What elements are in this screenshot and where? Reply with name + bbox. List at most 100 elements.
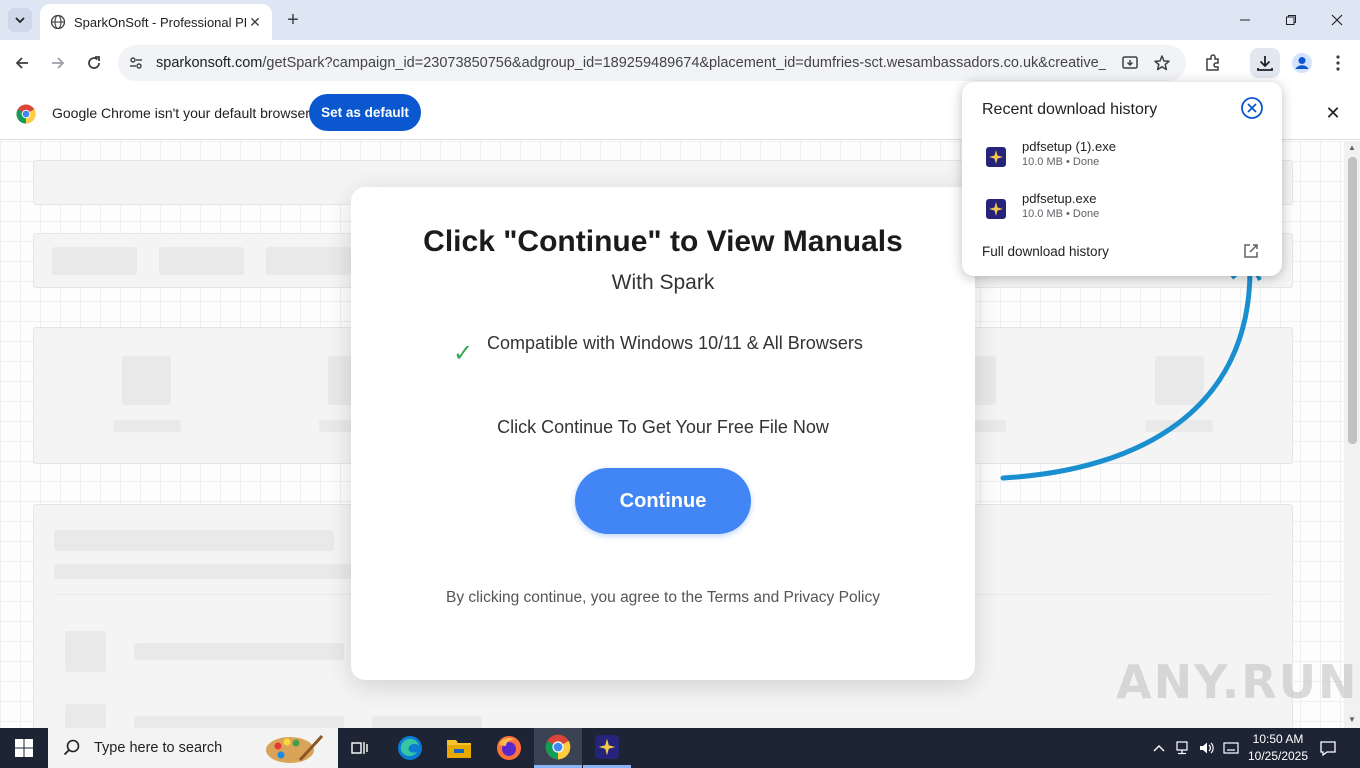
check-icon: ✓	[453, 340, 474, 367]
download-popup-title: Recent download history	[982, 101, 1158, 118]
folder-icon	[447, 740, 471, 758]
placeholder-line	[134, 643, 344, 660]
maximize-button[interactable]	[1268, 0, 1314, 40]
close-circle-icon[interactable]	[1240, 96, 1264, 120]
close-tab-icon[interactable]: ✕	[246, 13, 264, 31]
new-tab-button[interactable]: +	[282, 9, 304, 31]
browser-toolbar: sparkonsoft.com/getSpark?campaign_id=230…	[0, 40, 1360, 86]
address-bar[interactable]: sparkonsoft.com/getSpark?campaign_id=230…	[118, 45, 1186, 81]
forward-button[interactable]	[45, 50, 71, 76]
reload-button[interactable]	[81, 50, 107, 76]
volume-tray-button[interactable]	[1196, 728, 1218, 768]
download-item-name: pdfsetup.exe	[1022, 191, 1097, 206]
placeholder-button	[52, 247, 137, 275]
profile-avatar[interactable]	[1287, 48, 1317, 78]
download-item[interactable]: pdfsetup.exe 10.0 MB • Done	[982, 191, 1262, 231]
clock-date: 10/25/2025	[1247, 749, 1309, 763]
taskbar-chrome[interactable]	[534, 728, 582, 768]
placeholder-line	[134, 716, 344, 728]
cta-text: Click Continue To Get Your Free File Now	[497, 417, 829, 437]
app-file-icon	[986, 199, 1006, 219]
start-button[interactable]	[0, 728, 48, 768]
taskbar-spark-app[interactable]	[583, 728, 631, 768]
close-icon	[1331, 14, 1343, 26]
full-download-history-link[interactable]: Full download history	[982, 244, 1109, 259]
url-domain: sparkonsoft.com	[156, 55, 263, 71]
notification-center-button[interactable]	[1316, 728, 1340, 768]
close-window-button[interactable]	[1314, 0, 1360, 40]
download-history-popup: Recent download history pdfsetup (1).exe…	[962, 82, 1282, 276]
page-scrollbar[interactable]: ▲ ▼	[1344, 141, 1360, 728]
placeholder-avatar	[65, 704, 106, 728]
placeholder-line	[54, 564, 354, 579]
scroll-down-icon[interactable]: ▼	[1347, 715, 1357, 724]
task-view-button[interactable]	[336, 728, 384, 768]
chrome-icon	[545, 734, 571, 759]
download-item-meta: 10.0 MB • Done	[1022, 156, 1100, 168]
windows-taskbar: Type here to search 10:50 AM 10/25/2025	[0, 728, 1360, 768]
browser-tab[interactable]: SparkOnSoft - Professional PDF ✕	[40, 4, 272, 40]
app-file-icon	[986, 147, 1006, 167]
profile-icon	[1292, 53, 1312, 73]
placeholder-button	[159, 247, 244, 275]
taskbar-file-explorer[interactable]	[435, 728, 483, 768]
search-icon	[60, 739, 84, 757]
download-item[interactable]: pdfsetup (1).exe 10.0 MB • Done	[982, 139, 1262, 179]
spark-app-icon	[595, 734, 619, 759]
site-info-icon[interactable]	[122, 49, 150, 77]
minimize-button[interactable]	[1222, 0, 1268, 40]
restore-icon	[1286, 15, 1296, 25]
network-tray-button[interactable]	[1172, 728, 1194, 768]
download-item-meta: 10.0 MB • Done	[1022, 208, 1100, 220]
terms-text: By clicking continue, you agree to the T…	[446, 589, 880, 606]
network-icon	[1176, 741, 1188, 755]
install-app-icon[interactable]	[1116, 49, 1144, 77]
title-bar: SparkOnSoft - Professional PDF ✕ +	[0, 0, 1360, 40]
downloads-button[interactable]	[1250, 48, 1280, 78]
speaker-icon	[1200, 742, 1214, 754]
infobar-message: Google Chrome isn't your default browser	[52, 105, 310, 121]
extensions-icon[interactable]	[1198, 48, 1228, 78]
open-external-icon[interactable]	[1242, 242, 1260, 260]
scroll-up-icon[interactable]: ▲	[1347, 143, 1357, 152]
reload-icon	[88, 56, 100, 69]
keyboard-icon	[1223, 742, 1239, 754]
show-hidden-icons-button[interactable]	[1148, 728, 1170, 768]
placeholder-line	[54, 530, 334, 551]
set-as-default-button[interactable]: Set as default	[309, 94, 421, 131]
clock-time: 10:50 AM	[1252, 732, 1304, 746]
placeholder-line	[372, 716, 482, 728]
download-item-name: pdfsetup (1).exe	[1022, 139, 1116, 154]
curved-arrow-graphic	[1000, 260, 1262, 481]
placeholder-button	[266, 247, 351, 275]
tab-title: SparkOnSoft - Professional PDF	[74, 14, 246, 30]
modal-subtitle: With Spark	[611, 271, 715, 294]
taskbar-clock[interactable]: 10:50 AM 10/25/2025	[1238, 731, 1318, 765]
search-placeholder: Type here to search	[94, 740, 223, 756]
continue-modal: Click "Continue" to View Manuals With Sp…	[351, 187, 975, 680]
taskbar-search[interactable]: Type here to search	[48, 728, 338, 768]
taskbar-firefox[interactable]	[485, 728, 533, 768]
paint-palette-icon	[266, 734, 324, 763]
back-button[interactable]	[9, 50, 35, 76]
windows-logo-icon	[15, 739, 33, 757]
bookmark-star-icon[interactable]	[1148, 49, 1176, 77]
minimize-icon	[1240, 19, 1250, 21]
tab-search-button[interactable]	[8, 8, 32, 32]
continue-button[interactable]: Continue	[575, 468, 751, 534]
taskbar-edge[interactable]	[386, 728, 434, 768]
placeholder-label	[113, 420, 181, 432]
close-infobar-icon[interactable]: ✕	[1322, 102, 1344, 124]
scrollbar-thumb[interactable]	[1348, 157, 1357, 444]
watermark-logo: ANY.RUN	[1116, 655, 1359, 709]
placeholder-avatar	[65, 631, 106, 672]
chrome-menu-button[interactable]	[1323, 48, 1353, 78]
feature-item: ✓ Compatible with Windows 10/11 & All Br…	[453, 333, 863, 368]
chevron-up-icon	[1153, 745, 1165, 752]
url-path: /getSpark?campaign_id=23073850756&adgrou…	[262, 55, 1106, 71]
notification-icon	[1320, 741, 1336, 756]
forward-arrow-icon	[52, 57, 65, 69]
placeholder-tile	[122, 356, 171, 405]
url-text: sparkonsoft.com/getSpark?campaign_id=230…	[156, 55, 1106, 71]
feature-text: Compatible with Windows 10/11 & All Brow…	[487, 333, 863, 353]
